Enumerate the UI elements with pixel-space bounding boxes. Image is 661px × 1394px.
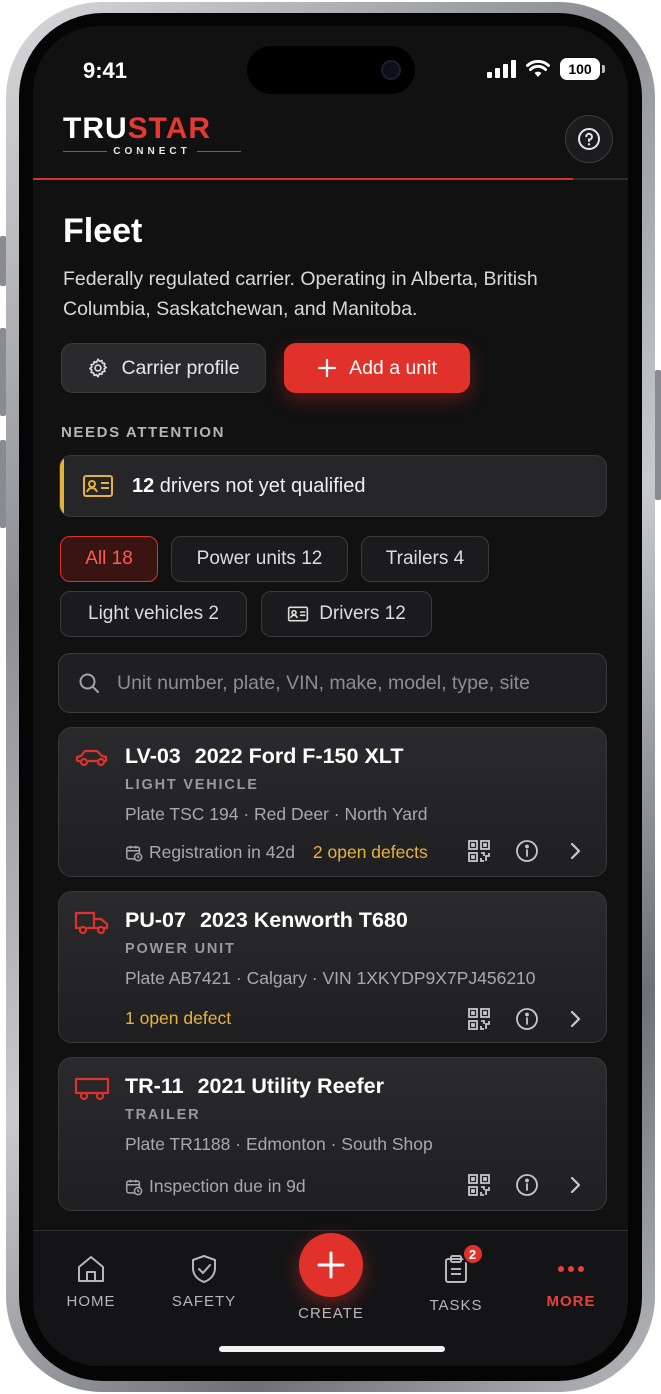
- open-unit-button[interactable]: [562, 838, 588, 864]
- filter-chip-light-vehicles[interactable]: Light vehicles 2: [60, 591, 247, 637]
- unit-meta: Plate TR1188 · Edmonton · South Shop: [125, 1134, 433, 1154]
- search-icon: [79, 673, 99, 693]
- header-accent-line: [33, 178, 573, 180]
- status-icons: 100: [487, 58, 605, 80]
- shield-check-icon: [192, 1255, 216, 1283]
- nav-more[interactable]: MORE: [526, 1253, 616, 1310]
- qr-code-icon: [468, 1008, 490, 1030]
- trailer-icon: [74, 1077, 110, 1101]
- chevron-right-icon: [570, 842, 581, 860]
- status-time: 9:41: [83, 58, 128, 83]
- search-bar[interactable]: [58, 653, 607, 713]
- calendar-clock-icon: [126, 845, 143, 861]
- action-button: [0, 236, 6, 286]
- chevron-right-icon: [570, 1176, 581, 1194]
- info-button[interactable]: [514, 838, 540, 864]
- carrier-profile-button[interactable]: Carrier profile: [61, 343, 266, 393]
- unit-status: Registration in 42d: [149, 842, 295, 862]
- chevron-right-icon: [570, 1010, 581, 1028]
- home-indicator: [219, 1346, 445, 1352]
- id-card-icon: [83, 475, 113, 497]
- camera-icon: [381, 60, 401, 80]
- power-button: [655, 370, 661, 500]
- unit-type: LIGHT VEHICLE: [125, 777, 259, 793]
- create-label: CREATE: [298, 1305, 364, 1322]
- wifi-icon: [526, 60, 550, 77]
- unit-card[interactable]: TR-11 2021 Utility Reefer TRAILER Plate T…: [58, 1057, 607, 1211]
- qr-code-button[interactable]: [466, 838, 492, 864]
- qr-code-button[interactable]: [466, 1006, 492, 1032]
- info-button[interactable]: [514, 1172, 540, 1198]
- attention-alert[interactable]: 12 drivers not yet qualified: [59, 455, 607, 517]
- more-dots-icon: [558, 1266, 584, 1272]
- unit-name: 2022 Ford F-150 XLT: [194, 744, 404, 768]
- battery-icon: 100: [560, 58, 605, 80]
- home-icon: [78, 1256, 104, 1282]
- nav-tasks[interactable]: 2 TASKS: [411, 1243, 501, 1314]
- unit-name: 2023 Kenworth T680: [199, 908, 408, 932]
- add-unit-button[interactable]: Add a unit: [284, 343, 470, 393]
- qr-code-icon: [468, 1174, 490, 1196]
- screen: 9:41 100 TRUSTAR CONNECT Fleet Federally…: [33, 26, 628, 1366]
- unit-name: 2021 Utility Reefer: [197, 1074, 384, 1098]
- open-unit-button[interactable]: [562, 1172, 588, 1198]
- filter-chip-drivers[interactable]: Drivers 12: [261, 591, 432, 637]
- unit-defects[interactable]: 2 open defects: [313, 842, 428, 863]
- unit-id: TR-11: [125, 1074, 184, 1098]
- car-icon: [75, 749, 108, 767]
- carrier-profile-label: Carrier profile: [121, 356, 240, 379]
- unit-type: POWER UNIT: [125, 941, 236, 957]
- id-card-icon: [288, 606, 309, 622]
- unit-defects[interactable]: 1 open defect: [125, 1008, 231, 1029]
- info-icon: [516, 1008, 538, 1030]
- trustar-logo: TRUSTAR CONNECT: [63, 114, 242, 157]
- gear-icon: [89, 358, 108, 378]
- nav-home[interactable]: HOME: [46, 1253, 136, 1310]
- plus-icon: [317, 1251, 345, 1279]
- unit-card[interactable]: LV-03 2022 Ford F-150 XLT LIGHT VEHICLE P…: [58, 727, 607, 877]
- search-input[interactable]: [117, 671, 606, 695]
- volume-up-button: [0, 328, 6, 416]
- dynamic-island: [247, 46, 415, 94]
- calendar-clock-icon: [126, 1179, 143, 1195]
- info-icon: [516, 840, 538, 862]
- unit-id: PU-07: [125, 908, 186, 932]
- unit-id: LV-03: [125, 744, 181, 768]
- nav-safety[interactable]: SAFETY: [159, 1253, 249, 1310]
- filter-chip-all[interactable]: All 18: [60, 536, 158, 582]
- needs-attention-label: NEEDS ATTENTION: [61, 424, 226, 441]
- create-button[interactable]: [299, 1233, 363, 1297]
- plus-icon: [317, 358, 337, 378]
- truck-icon: [74, 911, 109, 935]
- page-description: Federally regulated carrier. Operating i…: [63, 268, 538, 320]
- volume-down-button: [0, 440, 6, 528]
- unit-card[interactable]: PU-07 2023 Kenworth T680 POWER UNIT Plate…: [58, 891, 607, 1043]
- filter-chip-trailers[interactable]: Trailers 4: [361, 536, 489, 582]
- help-icon: [578, 128, 600, 150]
- info-icon: [516, 1174, 538, 1196]
- tasks-badge: 2: [462, 1243, 484, 1265]
- attention-text: 12 drivers not yet qualified: [132, 474, 366, 497]
- unit-status: Inspection due in 9d: [149, 1176, 306, 1196]
- signal-icon: [487, 60, 516, 78]
- add-unit-label: Add a unit: [349, 356, 437, 379]
- unit-meta: Plate AB7421 · Calgary · VIN 1XKYDP9X7PJ…: [125, 968, 536, 988]
- info-button[interactable]: [514, 1006, 540, 1032]
- unit-meta: Plate TSC 194 · Red Deer · North Yard: [125, 804, 428, 824]
- page-title: Fleet: [63, 212, 143, 250]
- open-unit-button[interactable]: [562, 1006, 588, 1032]
- qr-code-button[interactable]: [466, 1172, 492, 1198]
- qr-code-icon: [468, 840, 490, 862]
- filter-chip-power-units[interactable]: Power units 12: [171, 536, 348, 582]
- unit-type: TRAILER: [125, 1107, 201, 1123]
- help-button[interactable]: [565, 115, 613, 163]
